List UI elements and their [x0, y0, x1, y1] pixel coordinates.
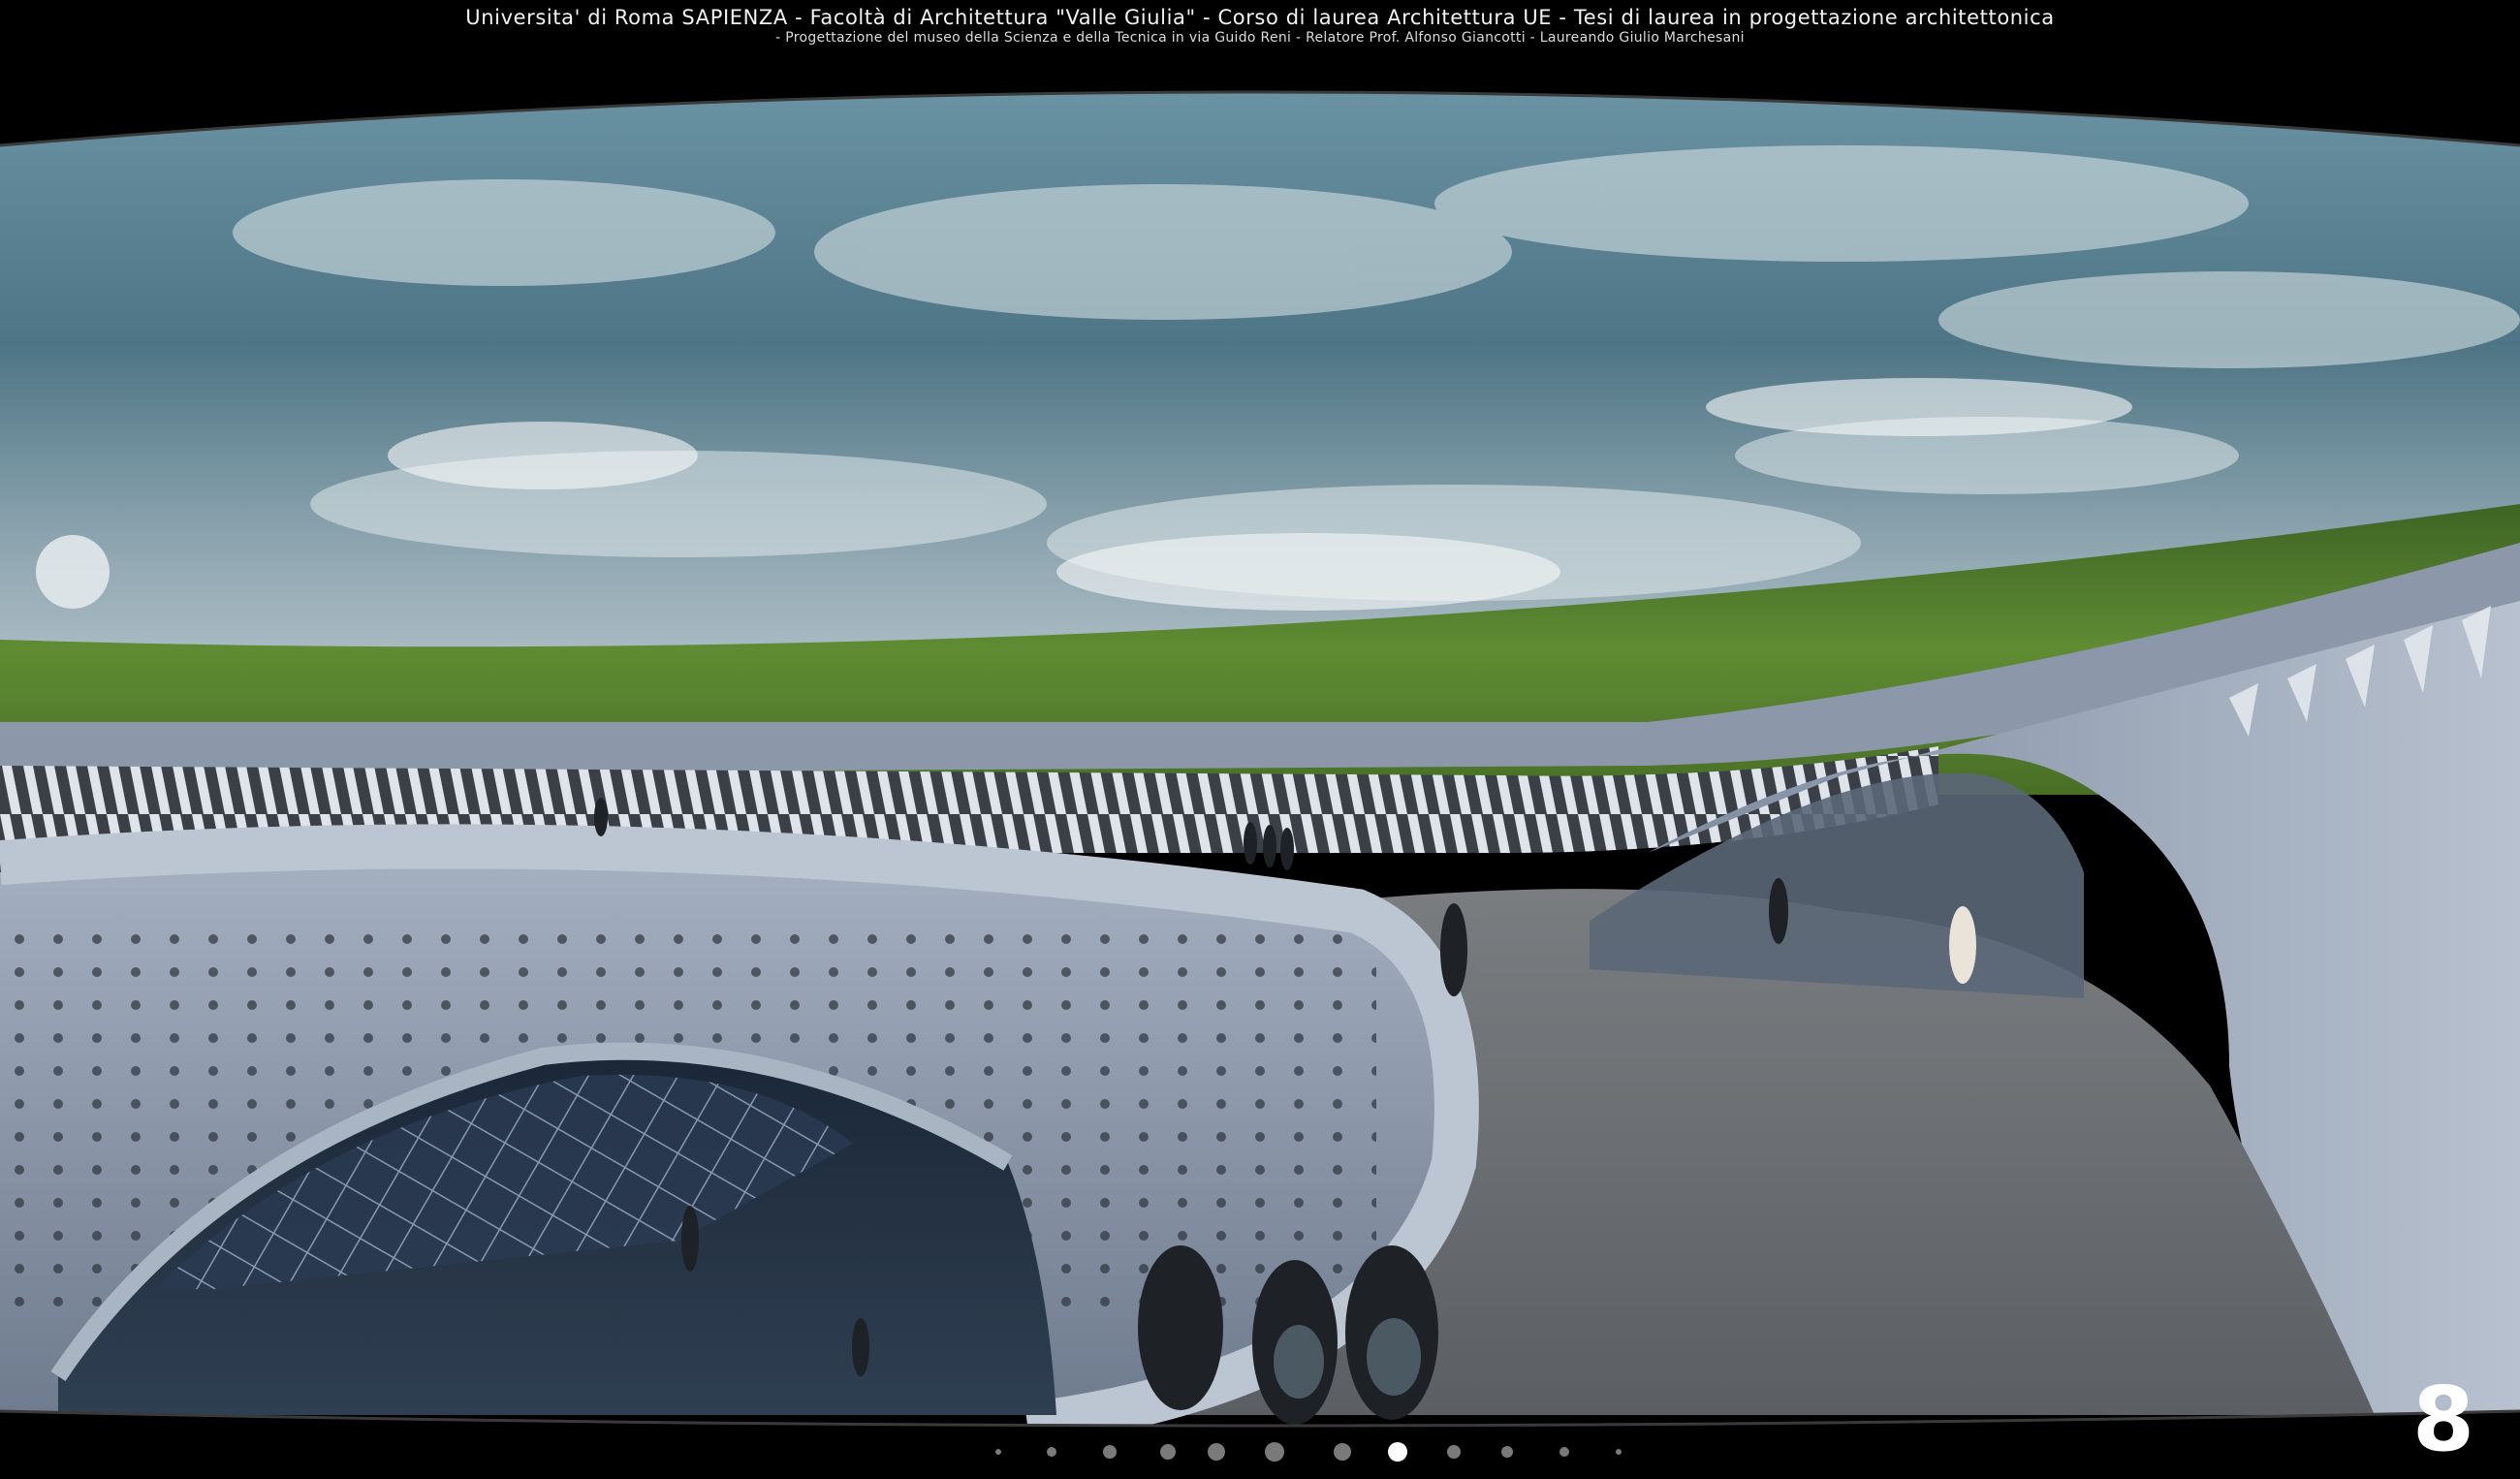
page-dot-11[interactable]: [1559, 1447, 1569, 1457]
page-dot-7[interactable]: [1334, 1443, 1351, 1461]
page-dot-6[interactable]: [1265, 1442, 1284, 1462]
page-dot-10[interactable]: [1501, 1446, 1513, 1458]
title-line-2: - Progettazione del museo della Scienza …: [775, 30, 1745, 46]
title-line-1: Universita' di Roma SAPIENZA - Facoltà d…: [465, 6, 2055, 29]
page-dot-4[interactable]: [1160, 1444, 1176, 1460]
page-dot-3[interactable]: [1103, 1445, 1117, 1459]
header: Universita' di Roma SAPIENZA - Facoltà d…: [0, 0, 2520, 58]
page-dot-8[interactable]: [1388, 1442, 1407, 1462]
slide-number: 8: [2411, 1368, 2474, 1471]
page-dot-9[interactable]: [1447, 1445, 1461, 1459]
page-dot-1[interactable]: [995, 1449, 1001, 1455]
page-dot-2[interactable]: [1047, 1447, 1056, 1457]
page-dot-12[interactable]: [1616, 1449, 1622, 1455]
architectural-render: [0, 0, 2520, 1479]
page-dot-5[interactable]: [1208, 1443, 1225, 1461]
pagination: [979, 1440, 1638, 1463]
